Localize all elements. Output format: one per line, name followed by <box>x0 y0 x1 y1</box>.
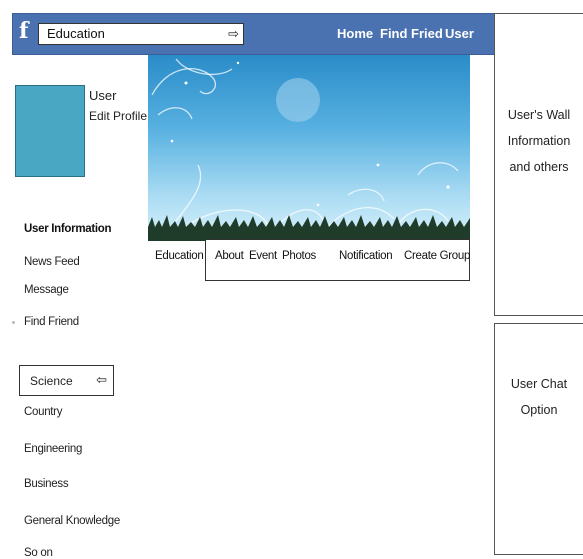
tab-create-group[interactable]: Create Group <box>404 250 470 262</box>
bullet-icon <box>12 321 15 324</box>
nav-user[interactable]: User <box>445 26 474 41</box>
cover-image <box>148 55 470 241</box>
search-input[interactable]: Education <box>47 26 105 41</box>
tab-about[interactable]: About <box>215 250 244 262</box>
tab-education[interactable]: Education <box>155 250 204 262</box>
wall-panel-text: User's Wall Information and others <box>507 108 571 174</box>
arrow-icon[interactable]: ⇨ <box>228 26 239 42</box>
sidebar-item-message[interactable]: Message <box>24 284 69 296</box>
category-select-value: Science <box>30 374 73 388</box>
chat-panel-text: User Chat Option <box>510 377 568 417</box>
category-item-business[interactable]: Business <box>24 478 69 490</box>
category-item-so-on[interactable]: So on <box>24 547 53 559</box>
top-bar: f Education ⇨ Home Find Fried User <box>12 13 496 55</box>
tab-event[interactable]: Event <box>249 250 277 262</box>
category-item-engineering[interactable]: Engineering <box>24 443 82 455</box>
cover-illustration <box>148 58 470 241</box>
sidebar-item-find-friend[interactable]: Find Friend <box>24 316 79 328</box>
category-item-country[interactable]: Country <box>24 406 62 418</box>
sidebar-item-news-feed[interactable]: News Feed <box>24 256 80 268</box>
logo[interactable]: f <box>19 19 33 43</box>
category-select[interactable]: Science ⇦ <box>19 365 114 396</box>
chat-panel[interactable]: User Chat Option <box>494 323 583 555</box>
edit-profile-link[interactable]: Edit Profile <box>89 109 147 123</box>
nav-home[interactable]: Home <box>337 26 373 41</box>
tab-photos[interactable]: Photos <box>282 250 316 262</box>
user-information-heading[interactable]: User Information <box>24 223 112 235</box>
arrow-icon[interactable]: ⇦ <box>96 372 107 388</box>
tab-notification[interactable]: Notification <box>339 250 393 262</box>
nav-find-friend[interactable]: Find Fried <box>380 26 443 41</box>
avatar[interactable] <box>15 85 85 177</box>
profile-name[interactable]: User <box>89 88 116 103</box>
search-box[interactable]: Education ⇨ <box>38 23 244 45</box>
wall-panel: User's Wall Information and others <box>494 13 583 316</box>
category-item-general-knowledge[interactable]: General Knowledge <box>24 515 120 527</box>
